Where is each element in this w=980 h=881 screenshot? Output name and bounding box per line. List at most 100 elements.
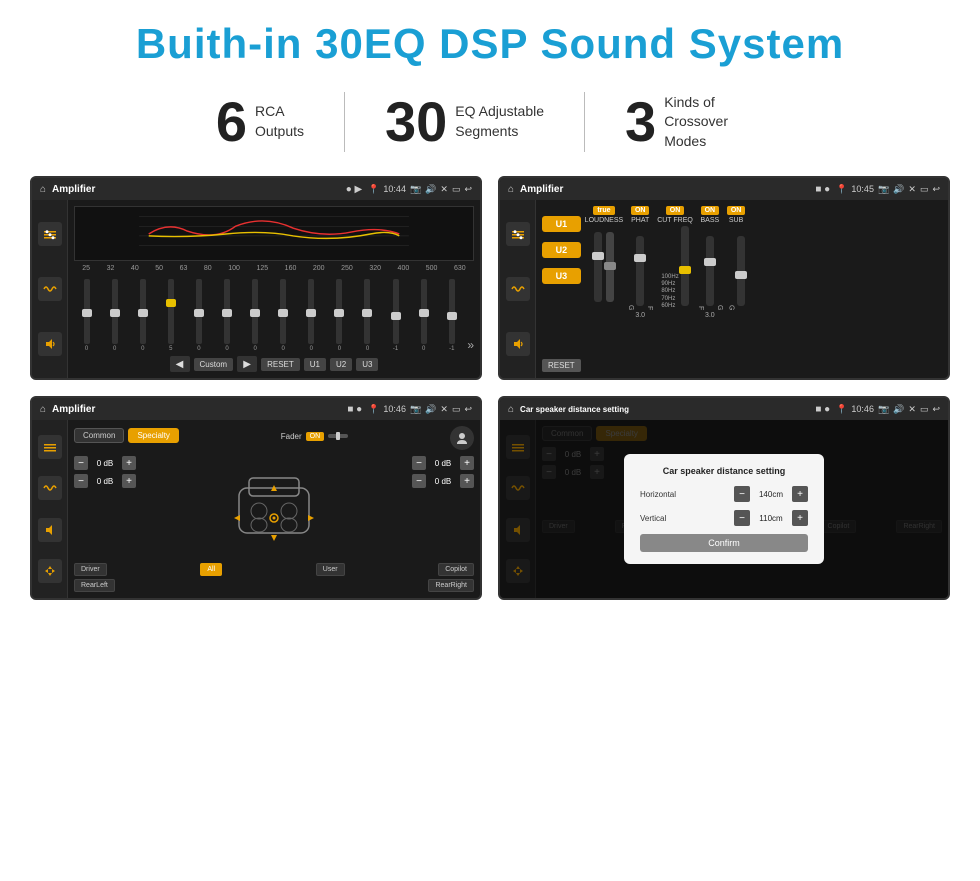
speaker-btn-3[interactable] — [38, 518, 62, 542]
u2-btn[interactable]: U2 — [542, 242, 581, 258]
slider-track-12[interactable] — [421, 279, 427, 344]
bass-slider[interactable] — [706, 236, 714, 306]
wave-btn-3[interactable] — [38, 476, 62, 500]
screen3-content: Common Specialty Fader ON — [68, 420, 480, 598]
slider-track-9[interactable] — [336, 279, 342, 344]
vol-minus-1[interactable]: − — [74, 474, 88, 488]
speaker-btn-2[interactable] — [506, 332, 530, 356]
home-icon-3[interactable]: ⌂ — [40, 404, 46, 415]
user-icon[interactable] — [450, 426, 474, 450]
loudness-slider[interactable] — [594, 232, 602, 302]
eq-reset-btn[interactable]: RESET — [261, 358, 300, 371]
location-icon: 📍 — [368, 184, 379, 195]
vol-val-1: 0 dB — [91, 477, 119, 486]
stat-eq-number: 30 — [385, 94, 447, 150]
wave-btn-2[interactable] — [506, 277, 530, 301]
sub-label: SUB — [729, 217, 743, 224]
vol-plus-1[interactable]: + — [122, 474, 136, 488]
user-btn[interactable]: User — [316, 563, 345, 576]
screen2-sidebar — [500, 200, 536, 378]
phat-label: PHAT — [631, 217, 649, 224]
dialog-title: Car speaker distance setting — [640, 466, 808, 476]
arrows-btn-3[interactable] — [38, 559, 62, 583]
u1-btn[interactable]: U1 — [542, 216, 581, 232]
loudness-slider2[interactable] — [606, 232, 614, 302]
u3-btn[interactable]: U3 — [542, 268, 581, 284]
back-icon[interactable]: ↩ — [464, 184, 472, 195]
cutfreq-slider[interactable] — [681, 226, 689, 306]
eq-next-btn[interactable]: ▶ — [237, 356, 257, 372]
back-icon-2[interactable]: ↩ — [932, 184, 940, 195]
slider-track-0[interactable] — [84, 279, 90, 344]
eq-custom-btn[interactable]: Custom — [194, 358, 234, 371]
eq-u2-btn[interactable]: U2 — [330, 358, 352, 371]
screen2-title: Amplifier — [520, 184, 809, 195]
vol-plus-2[interactable]: + — [460, 456, 474, 470]
vol-plus-0[interactable]: + — [122, 456, 136, 470]
spec-bottom: Driver All User Copilot — [74, 563, 474, 576]
dot-icon-3: ■ ● — [347, 404, 362, 415]
vol-minus-3[interactable]: − — [412, 474, 426, 488]
screen4-header: ⌂ Car speaker distance setting ■ ● 📍 10:… — [500, 398, 948, 420]
slider-track-13[interactable] — [449, 279, 455, 344]
eq-tune-btn-2[interactable] — [506, 222, 530, 246]
driver-btn[interactable]: Driver — [74, 563, 107, 576]
x-icon-4: ✕ — [908, 404, 916, 415]
dot-icon-2: ■ ● — [815, 184, 830, 195]
vol-row-3: − 0 dB + — [412, 474, 474, 488]
vertical-minus-btn[interactable]: − — [734, 510, 750, 526]
freq-50: 50 — [155, 265, 163, 272]
eq-u1-btn[interactable]: U1 — [304, 358, 326, 371]
slider-track-10[interactable] — [364, 279, 370, 344]
slider-track-7[interactable] — [280, 279, 286, 344]
slider-track-11[interactable] — [393, 279, 399, 344]
freq-250: 250 — [341, 265, 353, 272]
slider-track-8[interactable] — [308, 279, 314, 344]
spec-bottom2: RearLeft RearRight — [74, 579, 474, 592]
home-icon[interactable]: ⌂ — [40, 184, 46, 195]
back-icon-4[interactable]: ↩ — [932, 404, 940, 415]
copilot-btn[interactable]: Copilot — [438, 563, 474, 576]
eq-slider-10: 0 — [355, 279, 380, 352]
slider-track-3[interactable] — [168, 279, 174, 344]
all-btn[interactable]: All — [200, 563, 222, 576]
speaker-btn[interactable] — [38, 332, 62, 356]
freq-125: 125 — [256, 265, 268, 272]
tab-common[interactable]: Common — [74, 428, 124, 443]
more-btn[interactable]: » — [467, 338, 474, 352]
vol-left: − 0 dB + − 0 dB + — [74, 456, 136, 559]
eq-slider-4: 0 — [186, 279, 211, 352]
sub-slider[interactable] — [737, 236, 745, 306]
vol-plus-3[interactable]: + — [460, 474, 474, 488]
eq-prev-btn[interactable]: ◀ — [170, 356, 190, 372]
wave-btn[interactable] — [38, 277, 62, 301]
home-icon-4[interactable]: ⌂ — [508, 404, 514, 415]
slider-track-5[interactable] — [224, 279, 230, 344]
slider-track-1[interactable] — [112, 279, 118, 344]
eq-tune-btn[interactable] — [38, 222, 62, 246]
back-icon-3[interactable]: ↩ — [464, 404, 472, 415]
cutfreq-on: ON — [666, 206, 685, 215]
screens-grid: ⌂ Amplifier ● ▶ 📍 10:44 📷 🔊 ✕ ▭ ↩ — [30, 176, 950, 600]
vertical-plus-btn[interactable]: + — [792, 510, 808, 526]
vol-minus-2[interactable]: − — [412, 456, 426, 470]
fader-slider-icon — [328, 430, 348, 442]
eq-u3-btn[interactable]: U3 — [356, 358, 378, 371]
screen2-status: 📍 10:45 📷 🔊 ✕ ▭ ↩ — [836, 184, 940, 195]
rearright-btn[interactable]: RearRight — [428, 579, 474, 592]
home-icon-2[interactable]: ⌂ — [508, 184, 514, 195]
amp-reset-btn[interactable]: RESET — [542, 359, 581, 372]
vol-minus-0[interactable]: − — [74, 456, 88, 470]
eq-tune-btn-3[interactable] — [38, 435, 62, 459]
slider-track-2[interactable] — [140, 279, 146, 344]
stat-eq: 30 EQ AdjustableSegments — [345, 94, 584, 150]
confirm-button[interactable]: Confirm — [640, 534, 808, 552]
rearleft-btn[interactable]: RearLeft — [74, 579, 115, 592]
horizontal-minus-btn[interactable]: − — [734, 486, 750, 502]
loudness-on: true — [593, 206, 614, 215]
tab-specialty[interactable]: Specialty — [128, 428, 178, 443]
horizontal-plus-btn[interactable]: + — [792, 486, 808, 502]
phat-slider[interactable] — [636, 236, 644, 306]
slider-track-4[interactable] — [196, 279, 202, 344]
slider-track-6[interactable] — [252, 279, 258, 344]
